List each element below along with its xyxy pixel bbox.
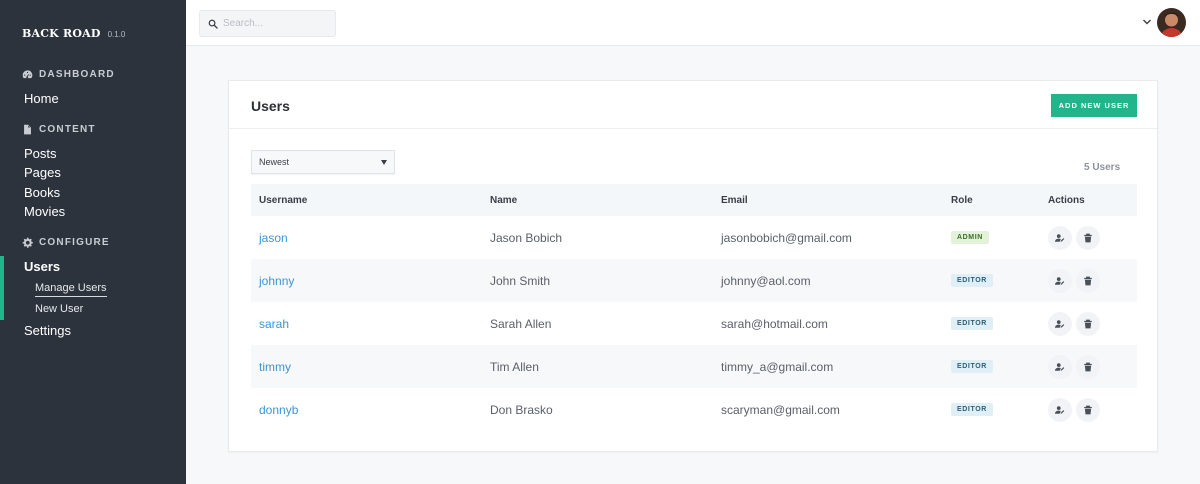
user-edit-icon: [1055, 319, 1065, 328]
document-icon: [24, 124, 31, 135]
edit-user-button[interactable]: [1048, 268, 1072, 293]
sort-select-value: Newest: [259, 157, 290, 167]
role-badge: EDITOR: [951, 360, 993, 373]
add-new-user-button[interactable]: ADD NEW USER: [1051, 94, 1137, 117]
avatar[interactable]: [1157, 8, 1186, 37]
role-badge: ADMIN: [951, 231, 989, 244]
user-edit-icon: [1055, 405, 1065, 414]
trash-icon: [1084, 362, 1092, 371]
user-email: timmy_a@gmail.com: [721, 359, 834, 374]
trash-icon: [1084, 319, 1092, 328]
role-badge: EDITOR: [951, 403, 993, 416]
delete-user-button[interactable]: [1076, 311, 1100, 336]
row-actions: [1048, 397, 1100, 422]
user-name: Sarah Allen: [490, 316, 552, 331]
search-input[interactable]: [223, 18, 323, 29]
search-box[interactable]: [199, 10, 336, 37]
row-actions: [1048, 311, 1100, 336]
delete-user-button[interactable]: [1076, 268, 1100, 293]
edit-user-button[interactable]: [1048, 354, 1072, 379]
search-icon: [208, 19, 218, 29]
username-link[interactable]: johnny: [259, 274, 294, 288]
sidebar-item-settings[interactable]: Settings: [24, 323, 71, 338]
sidebar-item-pages[interactable]: Pages: [24, 165, 61, 180]
row-actions: [1048, 354, 1100, 379]
card-divider: [229, 128, 1157, 129]
trash-icon: [1084, 276, 1092, 285]
user-count: 5 Users: [1084, 162, 1121, 173]
user-email: scaryman@gmail.com: [721, 402, 840, 417]
users-table: Username Name Email Role Actions jason J…: [251, 184, 1137, 431]
trash-icon: [1084, 405, 1092, 414]
user-name: Tim Allen: [490, 359, 539, 374]
user-edit-icon: [1055, 233, 1065, 242]
brand-name: BACK ROAD: [22, 27, 101, 40]
column-header-username[interactable]: Username: [259, 195, 307, 206]
username-link[interactable]: sarah: [259, 317, 289, 331]
user-edit-icon: [1055, 276, 1065, 285]
sidebar-item-posts[interactable]: Posts: [24, 146, 57, 161]
sidebar-item-home[interactable]: Home: [24, 91, 59, 106]
section-content-label: CONTENT: [39, 124, 96, 135]
role-badge: EDITOR: [951, 317, 993, 330]
section-content: CONTENT: [22, 124, 96, 135]
table-row: jason Jason Bobich jasonbobich@gmail.com…: [251, 216, 1137, 259]
row-actions: [1048, 225, 1100, 250]
section-configure-label: CONFIGURE: [39, 237, 110, 248]
sidebar-subitem-new-user[interactable]: New User: [35, 303, 83, 315]
role-badge: EDITOR: [951, 274, 993, 287]
brand-version: 0.1.0: [107, 30, 126, 39]
section-configure: CONFIGURE: [22, 237, 110, 248]
sidebar: BACK ROAD 0.1.0 DASHBOARD Home CONTENT P…: [0, 0, 186, 484]
row-actions: [1048, 268, 1100, 293]
section-dashboard: DASHBOARD: [22, 69, 115, 80]
column-header-name[interactable]: Name: [490, 195, 517, 206]
table-row: sarah Sarah Allen sarah@hotmail.com EDIT…: [251, 302, 1137, 345]
section-dashboard-label: DASHBOARD: [39, 69, 115, 80]
delete-user-button[interactable]: [1076, 225, 1100, 250]
caret-down-icon: [381, 160, 387, 165]
table-row: timmy Tim Allen timmy_a@gmail.com EDITOR: [251, 345, 1137, 388]
column-header-email[interactable]: Email: [721, 195, 748, 206]
edit-user-button[interactable]: [1048, 311, 1072, 336]
column-header-role[interactable]: Role: [951, 195, 973, 206]
sidebar-item-users[interactable]: Users: [24, 259, 60, 274]
chevron-down-icon[interactable]: [1142, 18, 1152, 26]
users-card: Users ADD NEW USER Newest 5 Users Userna…: [228, 80, 1158, 452]
user-edit-icon: [1055, 362, 1065, 371]
table-row: johnny John Smith johnny@aol.com EDITOR: [251, 259, 1137, 302]
brand[interactable]: BACK ROAD 0.1.0: [22, 27, 125, 40]
username-link[interactable]: timmy: [259, 360, 291, 374]
user-name: John Smith: [490, 273, 551, 288]
table-row: donnyb Don Brasko scaryman@gmail.com EDI…: [251, 388, 1137, 431]
trash-icon: [1084, 233, 1092, 242]
user-email: johnny@aol.com: [721, 273, 811, 288]
topbar: [186, 0, 1200, 46]
user-name: Don Brasko: [490, 402, 553, 417]
sidebar-item-books[interactable]: Books: [24, 185, 60, 200]
sort-select[interactable]: Newest: [251, 150, 395, 174]
edit-user-button[interactable]: [1048, 225, 1072, 250]
gear-icon: [22, 237, 33, 248]
username-link[interactable]: jason: [259, 231, 288, 245]
user-email: sarah@hotmail.com: [721, 316, 828, 331]
dashboard-icon: [22, 70, 33, 79]
user-name: Jason Bobich: [490, 230, 563, 245]
username-link[interactable]: donnyb: [259, 403, 298, 417]
delete-user-button[interactable]: [1076, 397, 1100, 422]
delete-user-button[interactable]: [1076, 354, 1100, 379]
edit-user-button[interactable]: [1048, 397, 1072, 422]
column-header-actions: Actions: [1048, 194, 1085, 206]
active-indicator: [0, 256, 4, 320]
sidebar-subitem-manage-users[interactable]: Manage Users: [35, 282, 107, 297]
table-header: Username Name Email Role Actions: [251, 184, 1137, 216]
sidebar-item-movies[interactable]: Movies: [24, 204, 65, 219]
user-email: jasonbobich@gmail.com: [721, 230, 852, 245]
card-title: Users: [251, 98, 290, 114]
